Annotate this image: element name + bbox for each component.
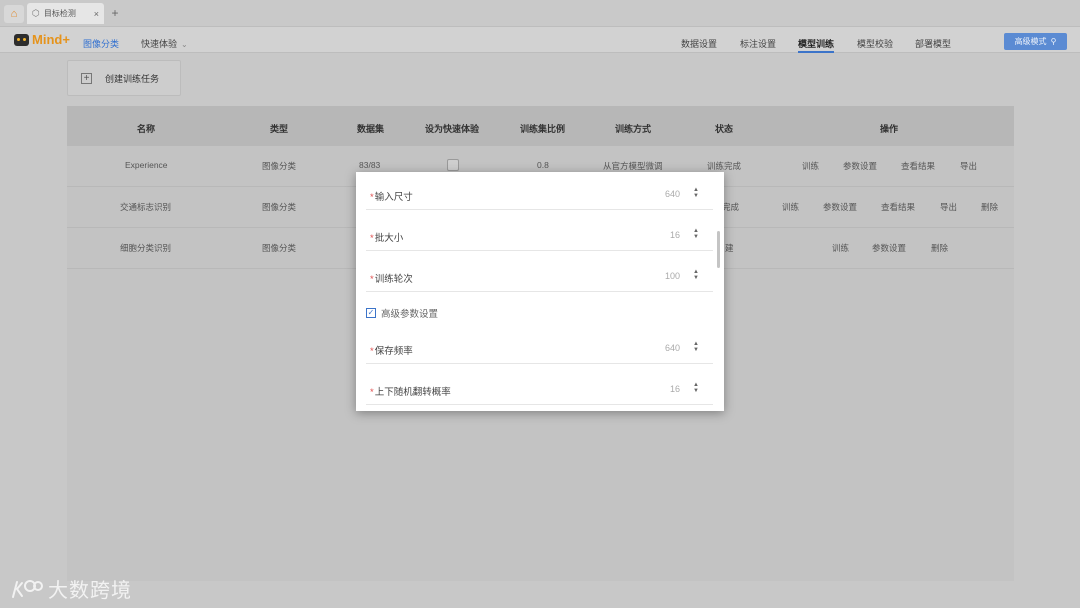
required-mark: * xyxy=(370,387,374,398)
cell-method: 从官方模型微调 xyxy=(603,161,663,171)
save-frequency-label: 保存频率 xyxy=(374,346,413,357)
col-actions: 操作 xyxy=(880,124,899,134)
vertical-flip-prob-value[interactable]: 16 xyxy=(670,384,680,394)
col-dataset: 数据集 xyxy=(357,124,385,134)
field-label: *保存频率 xyxy=(370,343,413,357)
advanced-params-checkbox[interactable]: ✓ 高级参数设置 xyxy=(366,306,438,320)
col-train-method: 训练方式 xyxy=(615,124,652,134)
action-view-results[interactable]: 查看结果 xyxy=(881,201,915,213)
epochs-value[interactable]: 100 xyxy=(665,271,680,281)
action-param-settings[interactable]: 参数设置 xyxy=(872,242,906,254)
create-task-label: 创建训练任务 xyxy=(105,73,160,84)
new-tab-button[interactable]: + xyxy=(108,5,122,21)
action-view-results[interactable]: 查看结果 xyxy=(901,160,935,172)
input-size-field[interactable]: *输入尺寸 640 ▲ ▼ xyxy=(366,178,713,210)
action-delete[interactable]: 删除 xyxy=(981,201,998,213)
browser-tab-strip: ⌂ ⬡ 目标检测 × + xyxy=(0,0,1080,27)
action-delete[interactable]: 删除 xyxy=(931,242,948,254)
save-frequency-value[interactable]: 640 xyxy=(665,343,680,353)
batch-size-field[interactable]: *批大小 16 ▲ ▼ xyxy=(366,219,713,251)
vertical-flip-prob-field[interactable]: *上下随机翻转概率 16 ▲ ▼ xyxy=(366,373,713,405)
quick-experience-checkbox[interactable] xyxy=(447,159,459,171)
watermark-text: 大数跨境 xyxy=(48,580,132,602)
cell-name: 细胞分类识别 xyxy=(120,243,172,253)
advanced-params-label: 高级参数设置 xyxy=(381,309,439,320)
stepper-icon[interactable]: ▲ ▼ xyxy=(692,226,700,242)
chevron-down-icon: ⌄ xyxy=(181,40,188,49)
dialog-scrollbar[interactable] xyxy=(717,231,720,268)
tab-object-detection[interactable]: ⬡ 目标检测 × xyxy=(27,3,104,24)
action-export[interactable]: 导出 xyxy=(940,201,957,213)
nav-annotation-settings[interactable]: 标注设置 xyxy=(740,37,776,50)
input-size-label: 输入尺寸 xyxy=(374,192,413,203)
tab-label: 目标检测 xyxy=(43,9,76,18)
save-frequency-field[interactable]: *保存频率 640 ▲ ▼ xyxy=(366,332,713,364)
parameter-settings-dialog: *输入尺寸 640 ▲ ▼ *批大小 16 ▲ ▼ *训练轮次 100 ▲ ▼ ✓ 高… xyxy=(356,172,724,411)
cell-name: 交通标志识别 xyxy=(120,202,172,212)
col-train-ratio: 训练集比例 xyxy=(520,124,566,134)
stepper-icon[interactable]: ▲ ▼ xyxy=(692,339,700,355)
epochs-label: 训练轮次 xyxy=(374,274,413,285)
advanced-mode-button[interactable]: 高级模式 ⚲ xyxy=(1004,33,1067,50)
action-train[interactable]: 训练 xyxy=(832,242,849,254)
batch-size-label: 批大小 xyxy=(374,233,404,244)
watermark-logo-icon xyxy=(12,579,43,598)
stepper-icon[interactable]: ▲ ▼ xyxy=(692,267,700,283)
robot-icon xyxy=(14,33,29,46)
create-training-task-button[interactable]: + 创建训练任务 xyxy=(67,60,181,96)
mode-link-image-classification[interactable]: 图像分类 xyxy=(83,37,119,50)
field-label: *上下随机翻转概率 xyxy=(370,384,451,398)
col-type: 类型 xyxy=(270,124,289,134)
app-header: Mind+ 图像分类 快速体验 ⌄ 数据设置 标注设置 模型训练 模型校验 部署模… xyxy=(0,27,1080,53)
cell-status: 建 xyxy=(725,243,734,253)
col-status: 状态 xyxy=(715,124,734,134)
col-name: 名称 xyxy=(137,124,156,134)
required-mark: * xyxy=(370,233,374,244)
vertical-flip-prob-label: 上下随机翻转概率 xyxy=(374,387,451,398)
required-mark: * xyxy=(370,192,374,203)
cell-ratio: 0.8 xyxy=(537,160,549,170)
input-size-value[interactable]: 640 xyxy=(665,189,680,199)
quick-experience-menu[interactable]: 快速体验 ⌄ xyxy=(141,37,188,50)
switch-icon: ⚲ xyxy=(1050,37,1057,46)
cell-status: 完成 xyxy=(722,202,740,212)
required-mark: * xyxy=(370,346,374,357)
field-label: *训练轮次 xyxy=(370,271,413,285)
logo-text: Mind+ xyxy=(32,32,70,47)
action-train[interactable]: 训练 xyxy=(782,201,799,213)
stepper-icon[interactable]: ▲ ▼ xyxy=(692,380,700,396)
col-quick-experience: 设为快速体验 xyxy=(425,124,480,134)
action-export[interactable]: 导出 xyxy=(960,160,977,172)
advanced-mode-label: 高级模式 xyxy=(1014,37,1047,46)
action-param-settings[interactable]: 参数设置 xyxy=(843,160,877,172)
nav-model-training[interactable]: 模型训练 xyxy=(798,37,835,53)
nav-model-validation[interactable]: 模型校验 xyxy=(857,37,893,50)
nav-deploy-model[interactable]: 部署模型 xyxy=(915,37,951,50)
cube-icon: ⬡ xyxy=(32,8,40,18)
quick-experience-label: 快速体验 xyxy=(141,39,178,49)
stepper-icon[interactable]: ▲ ▼ xyxy=(692,185,700,201)
cell-type: 图像分类 xyxy=(262,161,297,171)
cell-status: 训练完成 xyxy=(707,161,742,171)
close-icon[interactable]: × xyxy=(94,9,99,19)
cell-dataset: 83/83 xyxy=(359,160,381,170)
table-header: 名称 类型 数据集 设为快速体验 训练集比例 训练方式 状态 操作 xyxy=(67,106,1014,146)
field-label: *批大小 xyxy=(370,230,403,244)
field-label: *输入尺寸 xyxy=(370,189,413,203)
action-param-settings[interactable]: 参数设置 xyxy=(823,201,857,213)
epochs-field[interactable]: *训练轮次 100 ▲ ▼ xyxy=(366,260,713,292)
plus-icon: + xyxy=(81,72,92,84)
home-tab[interactable]: ⌂ xyxy=(4,5,24,23)
cell-name: Experience xyxy=(125,160,168,170)
nav-data-settings[interactable]: 数据设置 xyxy=(681,37,717,50)
mindplus-logo: Mind+ xyxy=(14,32,70,47)
batch-size-value[interactable]: 16 xyxy=(670,230,680,240)
cell-type: 图像分类 xyxy=(262,202,297,212)
cell-type: 图像分类 xyxy=(262,243,297,253)
watermark: 大数跨境 xyxy=(10,574,132,603)
action-train[interactable]: 训练 xyxy=(802,160,819,172)
home-icon: ⌂ xyxy=(10,8,18,20)
checkmark-icon: ✓ xyxy=(366,308,376,318)
required-mark: * xyxy=(370,274,374,285)
